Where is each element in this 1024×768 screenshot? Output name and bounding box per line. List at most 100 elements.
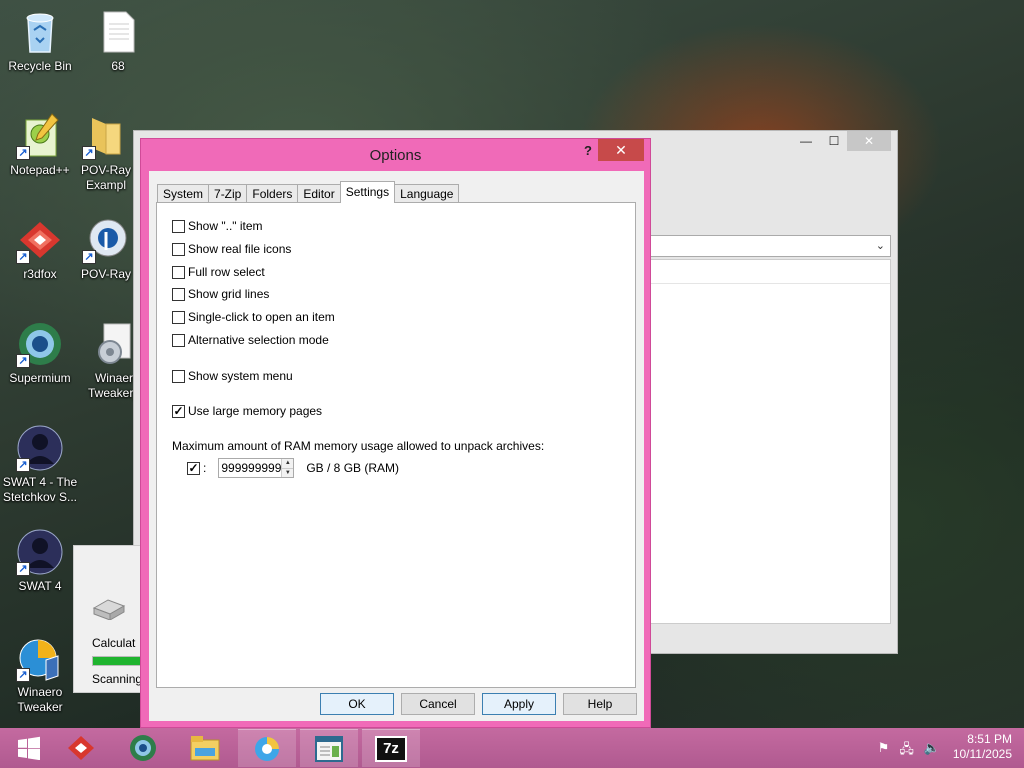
ram-value-spinbox[interactable]: 999999999 ▲ ▼ (218, 458, 295, 478)
minimize-button[interactable]: — (792, 131, 820, 151)
shortcut-arrow-icon: ↗ (16, 458, 30, 472)
tab-language[interactable]: Language (394, 184, 460, 203)
action-center-flag-icon[interactable]: ⚑ (878, 740, 890, 762)
tab-7zip[interactable]: 7-Zip (208, 184, 248, 203)
large-memory-pages-checkbox[interactable]: ✓ Use large memory pages (172, 404, 322, 418)
tab-folders[interactable]: Folders (246, 184, 299, 203)
address-bar[interactable]: ⌄ (644, 235, 891, 257)
desktop-icon-label: SWAT 4 (18, 579, 62, 593)
options-dialog[interactable]: Options ? ✕ System 7-Zip Folders Editor … (140, 138, 651, 728)
window-app-icon[interactable] (300, 729, 358, 767)
file-icon (94, 8, 142, 56)
file-list-header[interactable] (645, 260, 890, 284)
checkbox-label: Use large memory pages (188, 404, 323, 418)
single-click-checkbox[interactable]: Single-click to open an item (172, 310, 335, 324)
ok-button[interactable]: OK (320, 693, 394, 715)
checkbox-box[interactable]: ✓ (172, 404, 185, 418)
volume-icon[interactable]: 🔈 (924, 740, 940, 762)
dialog-client-area: System 7-Zip Folders Editor Settings Lan… (149, 171, 644, 721)
maximize-button[interactable]: ☐ (820, 131, 848, 151)
recycle-bin-icon (16, 8, 64, 56)
full-row-select-checkbox[interactable]: Full row select (172, 265, 265, 279)
shortcut-arrow-icon: ↗ (16, 354, 30, 368)
spin-buttons: ▲ ▼ (281, 459, 294, 477)
desktop-icon-label: Winaero Tweaker (17, 685, 63, 714)
ram-colon: : (203, 461, 207, 475)
desktop-icon-label: Supermium (9, 371, 71, 385)
swat4-icon: ↗ (16, 528, 64, 576)
show-grid-lines-checkbox[interactable]: Show grid lines (172, 287, 269, 301)
checkbox-box[interactable] (172, 287, 185, 301)
checkbox-box[interactable] (172, 265, 185, 279)
7zip-icon[interactable]: 7z (362, 729, 420, 767)
chevron-down-icon[interactable]: ⌄ (876, 239, 885, 252)
file-list[interactable] (644, 259, 891, 624)
7zip-logo: 7z (375, 735, 407, 762)
checkbox-label: Full row select (188, 265, 265, 279)
show-real-icons-checkbox[interactable]: Show real file icons (172, 242, 291, 256)
shortcut-arrow-icon: ↗ (16, 146, 30, 160)
r3dfox-icon[interactable] (52, 729, 110, 767)
desktop-icon-recycle-bin[interactable]: Recycle Bin (0, 8, 80, 74)
tab-strip: System 7-Zip Folders Editor Settings Lan… (157, 181, 460, 203)
checkbox-box[interactable] (172, 310, 185, 324)
shortcut-arrow-icon: ↗ (82, 146, 96, 160)
file-explorer-icon[interactable] (176, 729, 234, 767)
clock-date: 10/11/2025 (952, 747, 1012, 761)
disk-icon (92, 594, 126, 621)
apply-button[interactable]: Apply (482, 693, 556, 715)
show-system-menu-checkbox[interactable]: Show system menu (172, 369, 293, 383)
network-icon[interactable]: 🖧 (899, 740, 914, 762)
help-icon[interactable]: ? (584, 143, 592, 158)
checkbox-box[interactable] (172, 242, 185, 256)
povray-icon: ↗ (82, 216, 130, 264)
desktop-icon-supermium[interactable]: ↗ Supermium (0, 320, 80, 386)
checkbox-label: Show real file icons (188, 242, 292, 256)
tab-settings[interactable]: Settings (339, 181, 396, 203)
dialog-button-row: OK Cancel Apply Help (320, 693, 644, 715)
shortcut-arrow-icon: ↗ (82, 250, 96, 264)
tab-editor[interactable]: Editor (297, 184, 341, 203)
alternative-selection-checkbox[interactable]: Alternative selection mode (172, 333, 329, 347)
show-dotdot-checkbox[interactable]: Show ".." item (172, 219, 263, 233)
tab-system[interactable]: System (157, 184, 210, 203)
ram-value-input[interactable]: 999999999 (219, 461, 281, 475)
checkbox-box[interactable] (172, 369, 185, 383)
folder-icon: ↗ (82, 112, 130, 160)
winaero-tweaker-icon (90, 320, 138, 368)
spin-up-icon[interactable]: ▲ (282, 459, 294, 468)
ram-limit-row: ✓ : 999999999 ▲ ▼ GB / 8 GB (RAM) (187, 458, 399, 478)
browser-icon[interactable] (238, 729, 296, 767)
ram-limit-label: Maximum amount of RAM memory usage allow… (172, 439, 545, 453)
dialog-title: Options (369, 147, 422, 164)
help-button[interactable]: Help (563, 693, 637, 715)
scanning-label: Scanning: (92, 672, 146, 686)
system-tray: ⚑ 🖧 🔈 (878, 740, 940, 762)
clock-time: 8:51 PM (967, 732, 1012, 746)
desktop-icon-swat4-stetchkov[interactable]: ↗ SWAT 4 - The Stetchkov S... (0, 424, 80, 505)
checkbox-box[interactable] (172, 219, 185, 233)
desktop-icon-swat4[interactable]: ↗ SWAT 4 (0, 528, 80, 594)
calculating-label: Calculat (92, 636, 136, 650)
close-button[interactable]: ✕ (847, 131, 891, 151)
desktop-icon-winaero-tweaker[interactable]: ↗ Winaero Tweaker (0, 634, 80, 715)
desktop-icon-label: Recycle Bin (8, 59, 72, 73)
supermium-icon: ↗ (16, 320, 64, 368)
checkbox-box[interactable] (172, 333, 185, 347)
supermium-icon[interactable] (114, 729, 172, 767)
taskbar: 7z ⚑ 🖧 🔈 8:51 PM 10/11/2025 (0, 728, 1024, 768)
clock[interactable]: 8:51 PM 10/11/2025 (953, 732, 1012, 762)
desktop-icon-label: SWAT 4 - The Stetchkov S... (2, 475, 78, 504)
swat4-icon: ↗ (16, 424, 64, 472)
checkbox-label: Show ".." item (188, 219, 263, 233)
checkbox-label: Show system menu (188, 369, 293, 383)
desktop-icon-file-68[interactable]: 68 (78, 8, 158, 74)
spin-down-icon[interactable]: ▼ (282, 467, 294, 477)
ram-limit-checkbox[interactable]: ✓ (187, 461, 200, 475)
r3dfox-icon: ↗ (16, 216, 64, 264)
shortcut-arrow-icon: ↗ (16, 668, 30, 682)
dialog-close-button[interactable]: ✕ (598, 139, 644, 161)
cancel-button[interactable]: Cancel (401, 693, 475, 715)
windows-start-icon[interactable] (0, 729, 58, 767)
desktop-icon-label: 68 (111, 59, 125, 73)
